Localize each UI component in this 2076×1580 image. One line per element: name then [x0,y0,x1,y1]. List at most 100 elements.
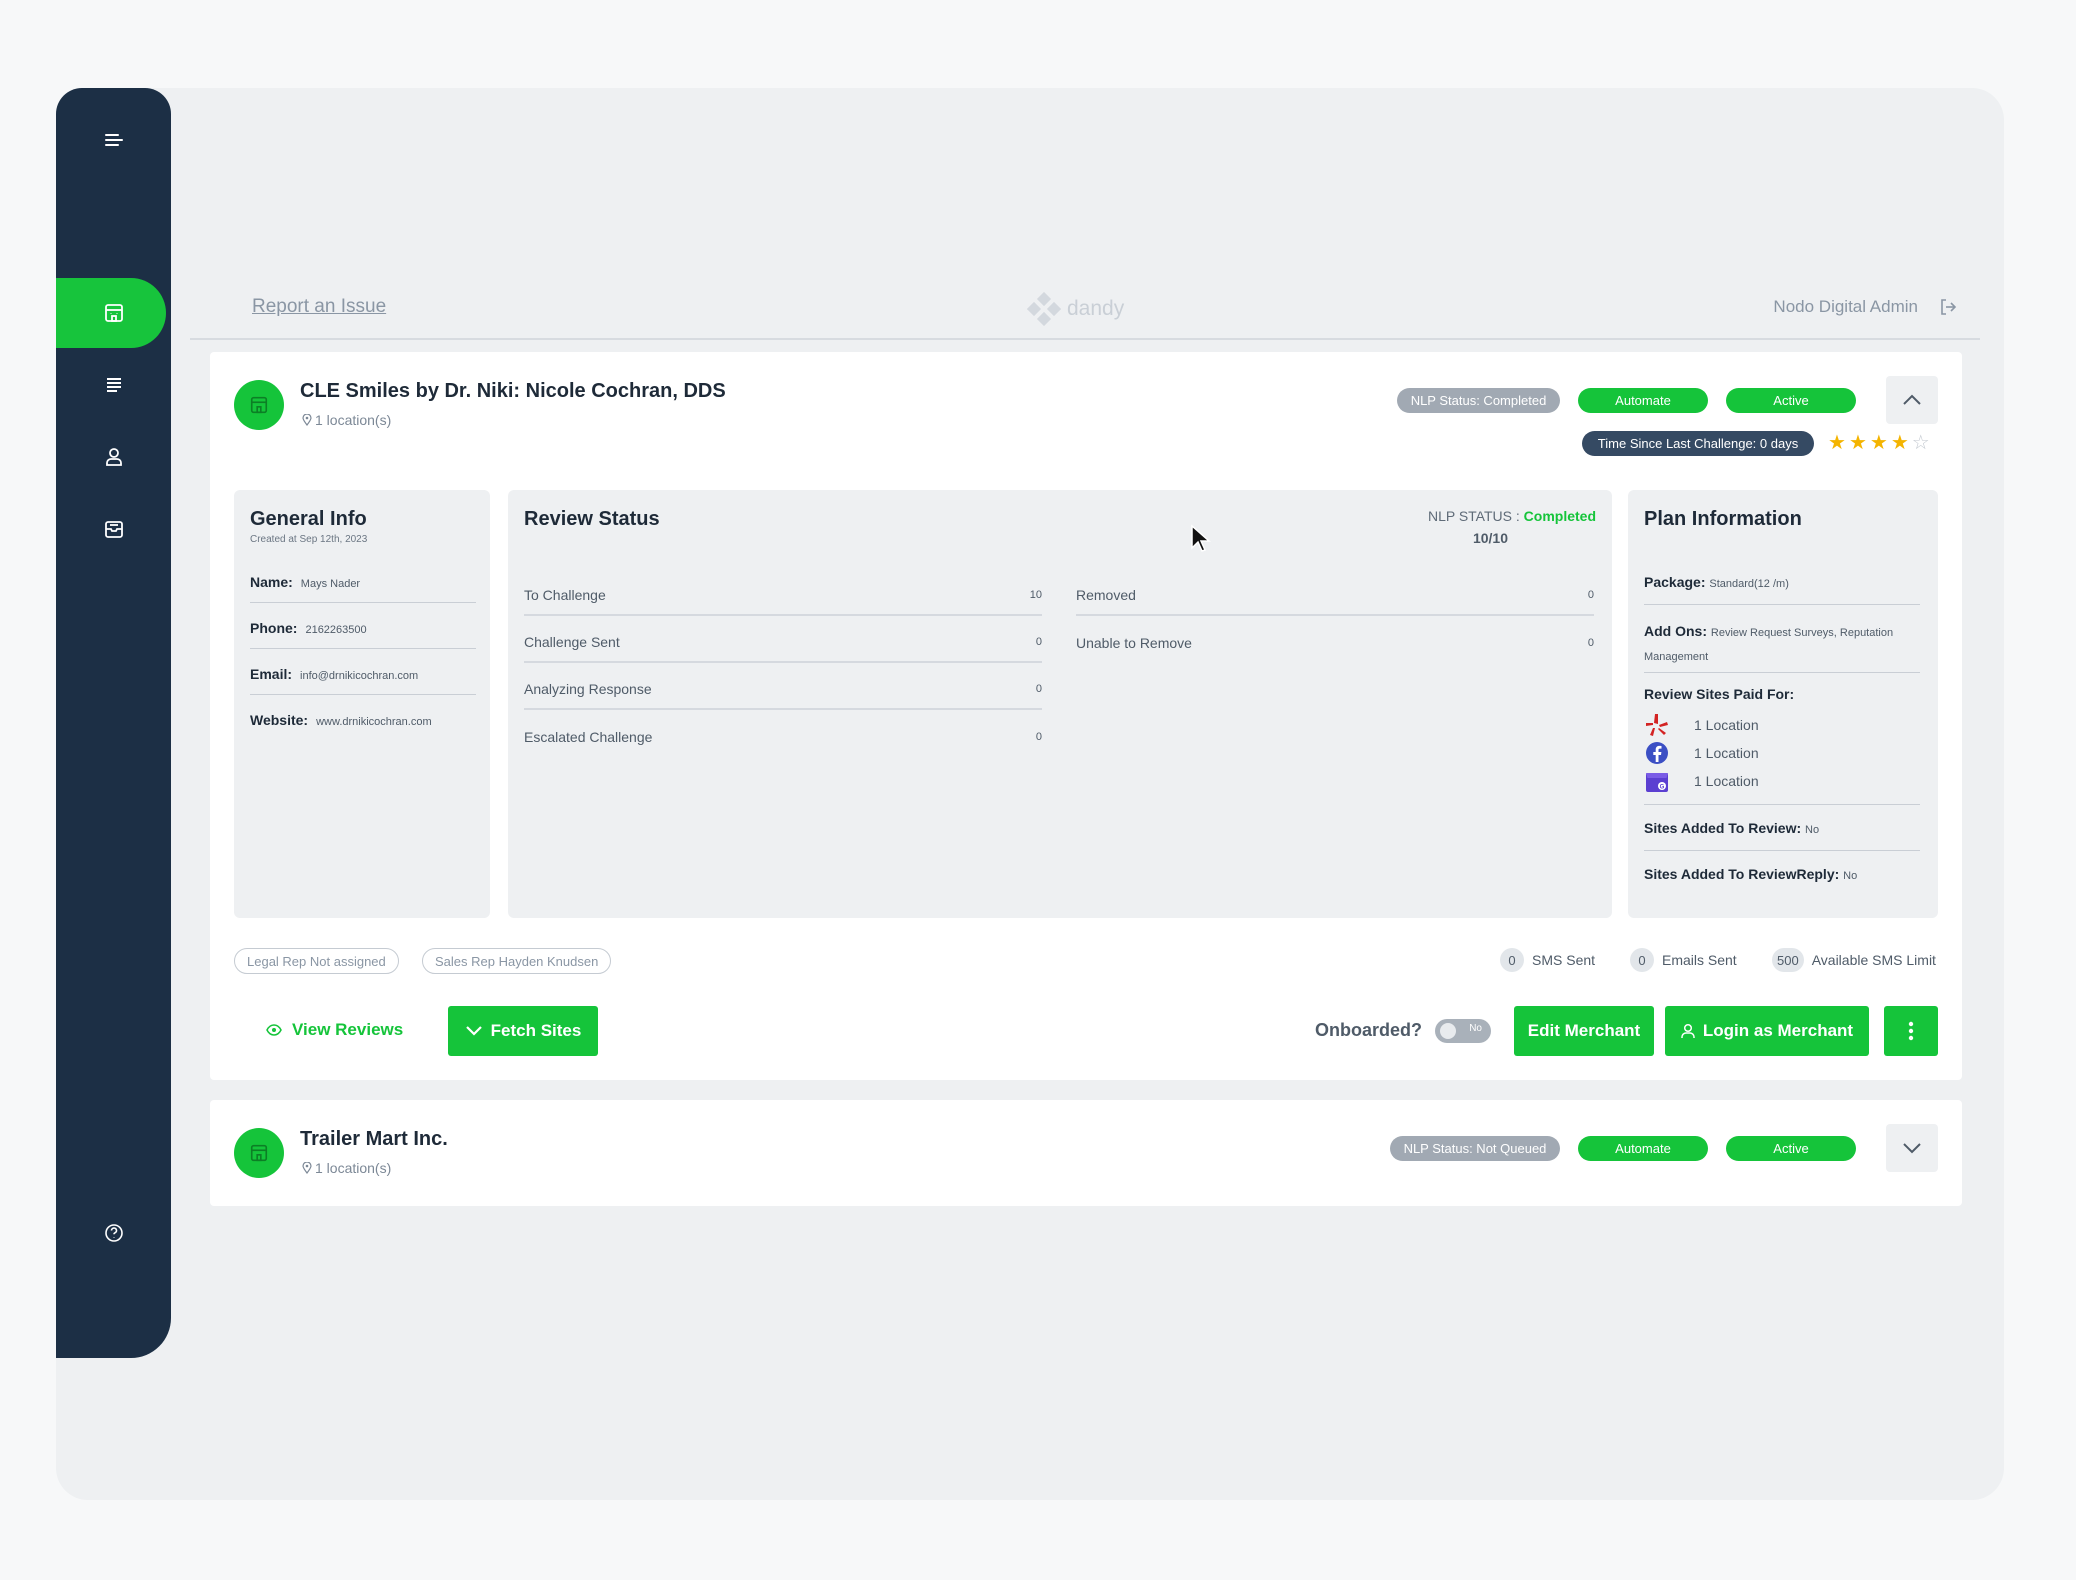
plan-information-title: Plan Information [1644,508,1802,530]
menu-toggle-button[interactable] [56,106,171,176]
sidebar-item-list[interactable] [56,350,171,420]
merchant-location-count: 1 location(s) [302,1160,391,1176]
automate-pill[interactable]: Automate [1578,1136,1708,1161]
review-row-escalated: Escalated Challenge 0 [524,729,1042,745]
general-info-panel: General Info Created at Sep 12th, 2023 N… [234,490,490,918]
plan-information-panel: Plan Information Package: Standard(12 /m… [1628,490,1938,918]
automate-pill[interactable]: Automate [1578,388,1708,413]
merchant-card: CLE Smiles by Dr. Niki: Nicole Cochran, … [210,352,1962,1080]
report-issue-link[interactable]: Report an Issue [252,296,386,318]
more-vertical-icon [1908,1021,1914,1041]
sidebar-item-help[interactable] [56,1198,171,1268]
brand-name: dandy [1067,297,1125,320]
sidebar-item-merchants[interactable] [56,278,171,348]
user-icon [105,448,122,466]
email-row: Email: info@drnikicochran.com [250,666,476,695]
website-row: Website: www.drnikicochran.com [250,712,432,728]
toggle-knob [1440,1023,1456,1039]
name-row: Name: Mays Nader [250,574,476,603]
sites-added-reply-row: Sites Added To ReviewReply: No [1644,866,1858,882]
map-pin-icon [302,414,312,426]
legal-rep-chip: Legal Rep Not assigned [234,948,399,974]
general-info-title: General Info [250,508,367,530]
edit-merchant-button[interactable]: Edit Merchant [1514,1006,1654,1056]
site-row-facebook: 1 Location [1644,740,1759,766]
menu-icon [104,134,123,146]
sidebar-item-users[interactable] [56,422,171,492]
merchant-avatar [234,1128,284,1178]
more-options-button[interactable] [1884,1006,1938,1056]
phone-row: Phone: 2162263500 [250,620,476,649]
review-row-unable-to-remove: Unable to Remove 0 [1076,635,1594,651]
top-bar: Report an Issue dandy Nodo Digital Admin [190,282,1980,340]
svg-text:G: G [1660,785,1665,791]
building-icon [104,304,123,322]
eye-icon [266,1024,282,1036]
review-row-removed: Removed 0 [1076,576,1594,616]
merchant-name: Trailer Mart Inc. [300,1128,448,1150]
merchant-name: CLE Smiles by Dr. Niki: Nicole Cochran, … [300,380,726,402]
google-business-icon: G [1646,773,1668,792]
map-pin-icon [302,1162,312,1174]
building-icon [250,1144,268,1162]
sms-sent-stat: 0 SMS Sent [1500,948,1595,972]
site-row-google-business: G 1 Location [1644,768,1759,794]
merchant-location-count: 1 location(s) [302,412,391,428]
star-icon: ★ [1848,432,1867,454]
logout-icon[interactable] [1938,297,1958,317]
divider [1644,672,1920,673]
review-row-analyzing: Analyzing Response 0 [524,670,1042,710]
nlp-status-pill: NLP Status: Not Queued [1390,1136,1560,1161]
nlp-score: 10/10 [1472,530,1508,546]
user-icon [1681,1023,1695,1038]
collapse-card-button[interactable] [1886,376,1938,424]
onboarded-toggle[interactable]: No [1435,1019,1491,1043]
chevron-down-icon [465,1026,482,1036]
building-icon [250,396,268,414]
merchant-card: Trailer Mart Inc. 1 location(s) NLP Stat… [210,1100,1962,1206]
emails-sent-stat: 0 Emails Sent [1630,948,1737,972]
star-outline-icon: ☆ [1911,432,1930,454]
site-row-yelp: 1 Location [1644,712,1759,738]
onboarded-label: Onboarded? [1315,1020,1422,1040]
yelp-icon [1646,714,1668,736]
active-pill[interactable]: Active [1726,1136,1856,1161]
review-row-to-challenge: To Challenge 10 [524,576,1042,616]
review-status-title: Review Status [524,508,660,530]
mouse-cursor-icon [1191,524,1211,552]
sidebar [56,88,171,1358]
sites-added-review-row: Sites Added To Review: No [1644,820,1820,836]
package-row: Package: Standard(12 /m) [1644,574,1789,590]
divider [1644,804,1920,805]
inbox-icon [104,521,123,538]
sidebar-item-inbox[interactable] [56,494,171,564]
rating-stars: ★ ★ ★ ★ ☆ [1828,430,1930,455]
expand-card-button[interactable] [1886,1124,1938,1172]
review-row-challenge-sent: Challenge Sent 0 [524,623,1042,663]
time-since-challenge-pill: Time Since Last Challenge: 0 days [1582,431,1814,456]
addons-row: Add Ons: Review Request Surveys, Reputat… [1644,623,1894,663]
sms-limit-stat: 500 Available SMS Limit [1772,948,1936,972]
nlp-status-pill: NLP Status: Completed [1397,388,1560,413]
fetch-sites-button[interactable]: Fetch Sites [448,1006,598,1056]
star-icon: ★ [1869,432,1888,454]
review-sites-label: Review Sites Paid For: [1644,686,1795,702]
nlp-status-label: NLP STATUS : Completed [1427,508,1596,524]
admin-name: Nodo Digital Admin [1773,297,1918,316]
review-status-panel: Review Status NLP STATUS : Completed 10/… [508,490,1612,918]
login-as-merchant-button[interactable]: Login as Merchant [1665,1006,1869,1056]
active-pill[interactable]: Active [1726,388,1856,413]
star-icon: ★ [1828,432,1846,454]
merchant-avatar [234,380,284,430]
star-icon: ★ [1890,432,1909,454]
facebook-icon [1646,742,1668,764]
help-circle-icon [104,1224,123,1242]
divider [1644,850,1920,851]
list-icon [106,378,121,392]
brand-logo: dandy [1027,292,1124,326]
divider [1644,604,1920,605]
dandy-logo-icon [1027,292,1061,326]
chevron-up-icon [1903,394,1921,405]
view-reviews-button[interactable]: View Reviews [266,1020,403,1040]
chevron-down-icon [1903,1143,1921,1154]
